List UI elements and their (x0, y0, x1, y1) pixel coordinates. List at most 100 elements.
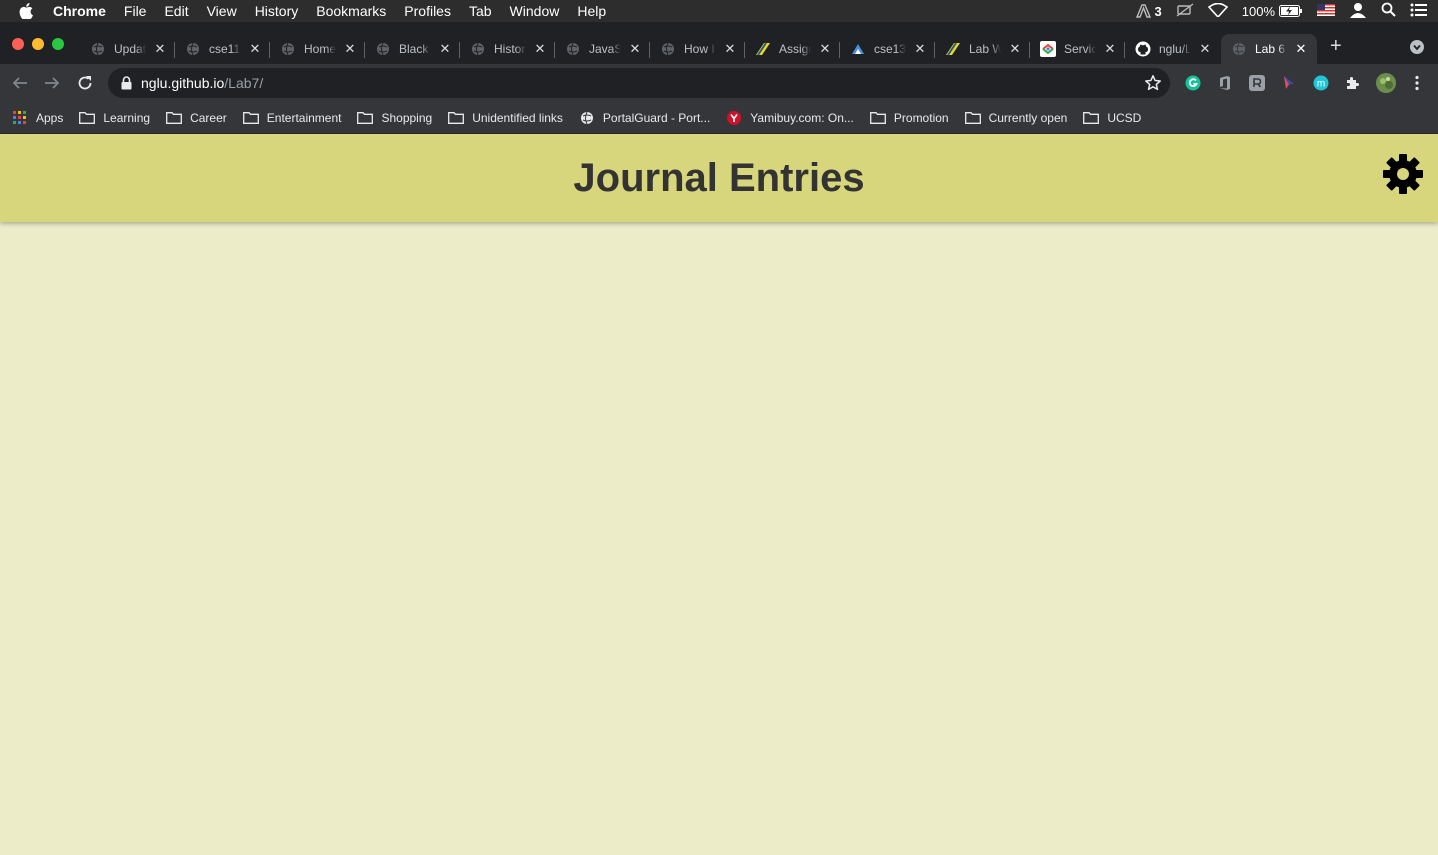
menu-history[interactable]: History (246, 0, 308, 22)
menu-window[interactable]: Window (501, 0, 569, 22)
reload-button[interactable] (75, 73, 95, 93)
browser-toolbar: nglu.github.io/Lab7/ m (0, 64, 1438, 102)
tab-cse110[interactable]: cse110 ✕ (175, 34, 270, 64)
tab-search-icon[interactable] (1410, 40, 1424, 54)
menu-profiles[interactable]: Profiles (395, 0, 460, 22)
bookmark-label: Currently open (988, 110, 1068, 125)
arrow-right-icon (45, 77, 60, 89)
tab-close-icon[interactable]: ✕ (437, 41, 453, 57)
tab-title: Lab Week (969, 42, 1001, 56)
tab-cse13[interactable]: cse13 ✕ (840, 34, 935, 64)
tab-black[interactable]: Black ✕ (365, 34, 460, 64)
tab-close-icon[interactable]: ✕ (342, 41, 358, 57)
pointer-extension-icon[interactable] (1280, 74, 1298, 92)
extensions-puzzle-icon[interactable] (1344, 74, 1362, 92)
battery-status[interactable]: 100% (1242, 4, 1303, 19)
folder-icon (242, 111, 259, 125)
bookmark-folder-entertainment[interactable]: Entertainment (242, 110, 342, 125)
user-icon[interactable] (1349, 2, 1367, 21)
bookmark-yamibuy[interactable]: Yamibuy.com: On... (726, 110, 854, 125)
menu-edit[interactable]: Edit (155, 0, 197, 22)
tab-update[interactable]: Update ✕ (80, 34, 175, 64)
tab-title: Lab 6 (1255, 42, 1286, 56)
yamibuy-icon (726, 110, 742, 125)
wifi-icon[interactable] (1207, 2, 1228, 20)
new-tab-button[interactable]: + (1330, 36, 1342, 56)
address-bar[interactable]: nglu.github.io/Lab7/ (108, 68, 1170, 98)
tab-javascript[interactable]: JavaScript ✕ (555, 34, 650, 64)
mote-extension-icon[interactable]: m (1312, 74, 1330, 92)
forward-button[interactable] (42, 73, 62, 93)
control-center-icon[interactable] (1410, 3, 1428, 20)
bookmark-folder-learning[interactable]: Learning (79, 111, 150, 125)
apple-icon[interactable] (0, 3, 52, 19)
menu-help[interactable]: Help (568, 0, 615, 22)
back-button[interactable] (10, 73, 30, 93)
minimize-window-button[interactable] (32, 38, 44, 50)
spotlight-search-icon[interactable] (1381, 2, 1396, 20)
bookmark-folder-career[interactable]: Career (166, 111, 227, 125)
url-text[interactable]: nglu.github.io/Lab7/ (141, 75, 263, 91)
menu-bookmarks[interactable]: Bookmarks (307, 0, 395, 22)
bookmark-portalguard[interactable]: PortalGuard - Port... (579, 111, 710, 125)
bookmark-folder-shopping[interactable]: Shopping (357, 111, 432, 125)
menu-file[interactable]: File (115, 0, 156, 22)
menu-app-name[interactable]: Chrome (52, 0, 115, 22)
bookmark-star-icon[interactable] (1144, 74, 1162, 92)
bookmark-apps[interactable]: Apps (12, 110, 63, 125)
tab-close-icon[interactable]: ✕ (152, 41, 168, 57)
tab-close-icon[interactable]: ✕ (912, 41, 928, 57)
tab-assignment[interactable]: Assignment ✕ (745, 34, 840, 64)
github-icon (1135, 41, 1151, 57)
tab-close-icon[interactable]: ✕ (1197, 41, 1213, 57)
tab-title: Assignment (779, 42, 811, 56)
settings-button[interactable] (1382, 153, 1424, 195)
globe-icon (90, 41, 106, 57)
battery-percent: 100% (1241, 3, 1275, 19)
chrome-menu-icon[interactable] (1408, 74, 1426, 92)
tab-close-icon[interactable]: ✕ (722, 41, 738, 57)
folder-icon (964, 111, 981, 125)
us-flag-icon[interactable] (1317, 3, 1335, 19)
grammarly-icon[interactable] (1184, 74, 1202, 92)
sync-icon[interactable] (1176, 2, 1194, 20)
menu-view[interactable]: View (198, 0, 246, 22)
tab-close-icon[interactable]: ✕ (1007, 41, 1023, 57)
gear-icon (1383, 154, 1423, 194)
tab-close-icon[interactable]: ✕ (247, 41, 263, 57)
battery-icon (1279, 5, 1302, 17)
bookmark-label: Career (190, 110, 227, 125)
close-window-button[interactable] (12, 38, 24, 50)
bookmark-label: Unidentified links (472, 110, 563, 125)
tab-lab-week[interactable]: Lab Week ✕ (935, 34, 1030, 64)
tab-history[interactable]: History ✕ (460, 34, 555, 64)
tab-close-icon[interactable]: ✕ (1293, 41, 1309, 57)
bookmark-label: PortalGuard - Port... (602, 110, 711, 125)
tab-lab-6-active[interactable]: Lab 6 ✕ (1221, 34, 1317, 64)
bookmark-folder-unidentified-links[interactable]: Unidentified links (448, 111, 563, 125)
tab-service[interactable]: Service ✕ (1030, 34, 1125, 64)
bookmark-folder-ucsd[interactable]: UCSD (1083, 111, 1141, 125)
profile-avatar[interactable] (1376, 73, 1396, 93)
tab-close-icon[interactable]: ✕ (1102, 41, 1118, 57)
url-host: nglu.github.io (141, 75, 225, 91)
url-path: /Lab7/ (224, 75, 264, 91)
tab-home[interactable]: Home ✕ (270, 34, 365, 64)
zoom-window-button[interactable] (52, 38, 64, 50)
adobe-icon[interactable]: 3 (1135, 4, 1162, 19)
tab-how[interactable]: How I ✕ (650, 34, 745, 64)
bookmark-folder-currently-open[interactable]: Currently open (964, 110, 1068, 125)
bookmark-folder-promotion[interactable]: Promotion (869, 111, 949, 125)
menu-tab[interactable]: Tab (460, 0, 501, 22)
tab-nglu-lab[interactable]: nglu/Lab ✕ (1125, 34, 1220, 64)
tab-close-icon[interactable]: ✕ (817, 41, 833, 57)
tab-close-icon[interactable]: ✕ (532, 41, 548, 57)
office-icon[interactable] (1216, 74, 1234, 92)
bookmark-label: Entertainment (266, 110, 342, 125)
tab-close-icon[interactable]: ✕ (627, 41, 643, 57)
window-controls (12, 38, 64, 50)
lock-icon[interactable] (120, 76, 132, 90)
reader-extension-icon[interactable] (1248, 74, 1266, 92)
bookmark-label: Shopping (381, 110, 433, 125)
reload-icon (78, 76, 92, 90)
